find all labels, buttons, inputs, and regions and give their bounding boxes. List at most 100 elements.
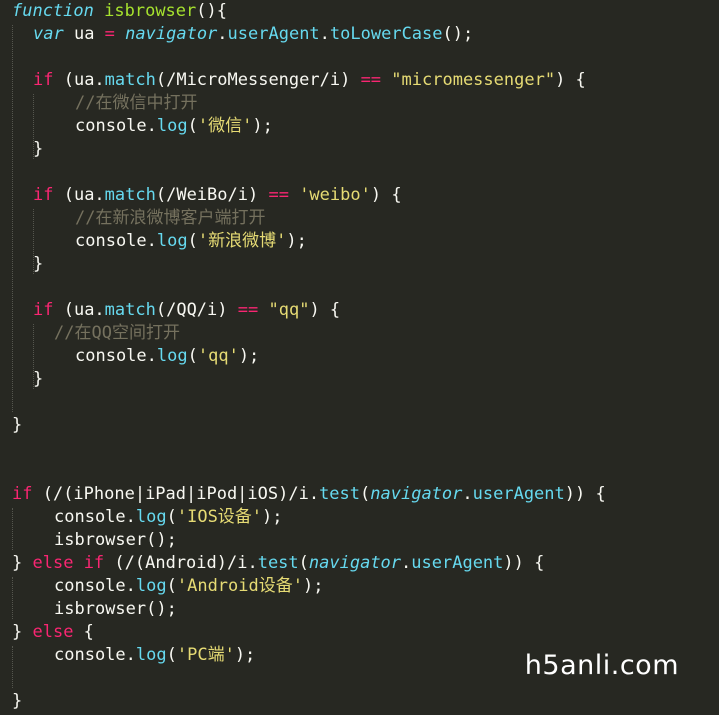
code-editor[interactable]: function isbrowser(){var ua = navigator.… [0,0,719,715]
code-token: ua [63,24,105,44]
code-token: userAgent [472,484,565,504]
code-token: (/WeiBo/i) [155,185,269,205]
code-token: userAgent [411,553,504,573]
code-token: (ua. [53,185,105,205]
code-token: . [462,484,473,504]
code-line: console.log('Android设备'); [54,575,323,598]
code-token: log [135,645,167,665]
code-token: '微信' [197,116,253,136]
code-token: log [135,507,167,527]
code-token: match [104,300,156,320]
code-token: ) { [555,70,586,90]
code-token: ( [187,116,198,136]
code-line: console.log('PC端'); [54,644,255,667]
code-token: navigator [125,24,218,44]
code-token: = [104,24,115,44]
code-token: . [319,24,330,44]
code-token: ); [234,645,256,665]
code-token: (ua. [53,300,105,320]
code-line: //在新浪微博客户端打开 [75,207,265,230]
code-line: } [33,138,43,161]
code-token: ( [166,507,177,527]
code-token: if [83,553,105,573]
code-line: } else if (/(Android)/i.test(navigator.u… [12,552,544,575]
code-token: } [33,254,44,274]
indent-guide [12,646,13,688]
code-token: ( [166,576,177,596]
code-token: )) { [564,484,606,504]
code-token: navigator [370,484,463,504]
code-token: (){ [196,1,227,21]
code-token: toLowerCase [329,24,443,44]
code-line: console.log('qq'); [75,345,259,368]
code-line: //在QQ空间打开 [54,322,180,345]
code-token: if [33,70,54,90]
code-line: if (/(iPhone|iPad|iPod|iOS)/i.test(navig… [12,483,606,506]
code-token: '新浪微博' [197,231,287,251]
code-token: ) { [309,300,341,320]
code-line: isbrowser(); [54,598,177,621]
code-token: userAgent [227,24,320,44]
code-token: (/MicroMessenger/i) [155,70,361,90]
code-token: (); [442,24,474,44]
code-token: console. [54,645,136,665]
code-token: } [12,415,23,435]
code-line: console.log('微信'); [75,115,273,138]
indent-guide [12,577,13,619]
code-token: } [12,553,33,573]
watermark: h5anli.com [524,650,679,681]
code-token: isbrowser(); [54,599,177,619]
code-token: if [33,185,54,205]
code-token: isbrowser [104,1,197,21]
code-token: var [33,24,64,44]
code-token: ( [298,553,309,573]
code-token: match [104,70,156,90]
code-token: "micromessenger" [391,70,556,90]
code-token: function [12,1,94,21]
code-token: if [12,484,33,504]
code-token: . [401,553,412,573]
code-line: if (ua.match(/MicroMessenger/i) == "micr… [33,69,586,92]
code-line: } [33,253,43,276]
code-token: == [237,300,259,320]
code-line: if (ua.match(/WeiBo/i) == 'weibo') { [33,184,402,207]
code-token: ); [302,576,324,596]
code-token: ( [187,346,198,366]
code-token: //在微信中打开 [75,93,198,113]
code-token: 'weibo' [299,185,371,205]
code-line: } [12,414,22,437]
code-token: console. [75,116,157,136]
code-token: ) { [370,185,402,205]
code-token: == [360,70,382,90]
code-token: console. [54,576,136,596]
code-token: } [12,622,33,642]
code-token: //在QQ空间打开 [54,323,180,343]
code-token: isbrowser(); [54,530,177,550]
code-line: } [33,368,43,391]
code-line: if (ua.match(/QQ/i) == "qq") { [33,299,340,322]
code-line: } [12,690,22,713]
code-token: (/(iPhone|iPad|iPod|iOS)/i. [32,484,320,504]
code-line: var ua = navigator.userAgent.toLowerCase… [33,23,473,46]
code-token: console. [75,346,157,366]
code-token: ); [252,116,273,136]
code-line: console.log('IOS设备'); [54,506,283,529]
code-token: test [257,553,299,573]
code-token: log [135,576,167,596]
code-token: console. [75,231,157,251]
code-token: match [104,185,156,205]
code-token: else [32,622,74,642]
code-token: ( [187,231,198,251]
code-token: ); [286,231,307,251]
code-token: 'Android设备' [176,576,303,596]
code-token: log [156,116,188,136]
code-token: ( [166,645,177,665]
code-line: } else { [12,621,94,644]
code-line: function isbrowser(){ [12,0,227,23]
code-token: } [33,139,44,159]
